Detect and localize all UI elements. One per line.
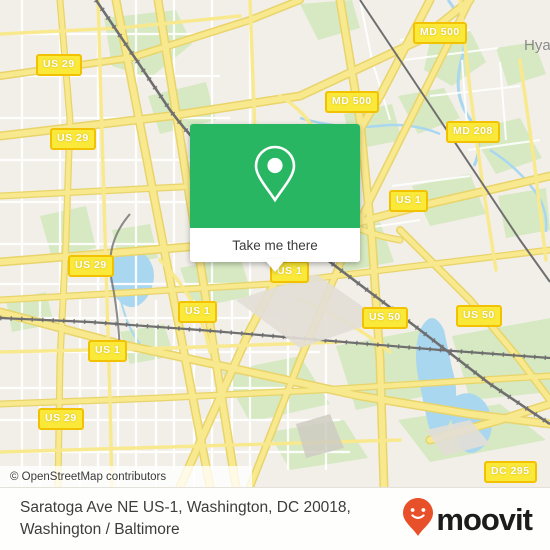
road-shield: US 1	[178, 301, 218, 323]
road-shield: DC 295	[484, 461, 537, 483]
osm-attribution-text: © OpenStreetMap contributors	[10, 470, 167, 483]
road-shield: US 1	[389, 190, 429, 212]
road-shield: US 1	[88, 340, 128, 362]
address-line-1: Saratoga Ave NE US-1, Washington, DC 200…	[20, 498, 351, 516]
city-label-hyattsville: Hya	[524, 37, 550, 54]
road-shield: MD 500	[325, 91, 379, 113]
road-shield: US 29	[36, 54, 82, 76]
road-shield: US 29	[68, 255, 114, 277]
popup-card-pointer	[264, 259, 286, 272]
map-pin-icon	[252, 144, 298, 209]
popup-card-header	[190, 124, 360, 228]
moovit-map-screenshot: US 29 US 29 US 29 US 29 US 1 US 1 US 1 U…	[0, 0, 550, 550]
bottom-info-bar: Saratoga Ave NE US-1, Washington, DC 200…	[0, 487, 550, 550]
moovit-wordmark: moovit	[436, 501, 533, 537]
address-line-2: Washington / Baltimore	[20, 521, 180, 538]
osm-attribution[interactable]: © OpenStreetMap contributors	[0, 466, 252, 487]
moovit-pin-smile-icon	[402, 497, 434, 542]
location-popup-card[interactable]: Take me there	[190, 124, 360, 262]
road-shield: MD 208	[446, 121, 500, 143]
moovit-logo[interactable]: moovit	[402, 497, 533, 542]
road-shield: US 29	[38, 408, 84, 430]
road-shield: US 29	[50, 128, 96, 150]
road-shield: MD 500	[413, 22, 467, 44]
road-shield: US 50	[362, 307, 408, 329]
address-block: Saratoga Ave NE US-1, Washington, DC 200…	[20, 497, 351, 542]
road-shield: US 50	[456, 305, 502, 327]
take-me-there-label: Take me there	[232, 237, 318, 253]
take-me-there-button[interactable]: Take me there	[190, 228, 360, 262]
